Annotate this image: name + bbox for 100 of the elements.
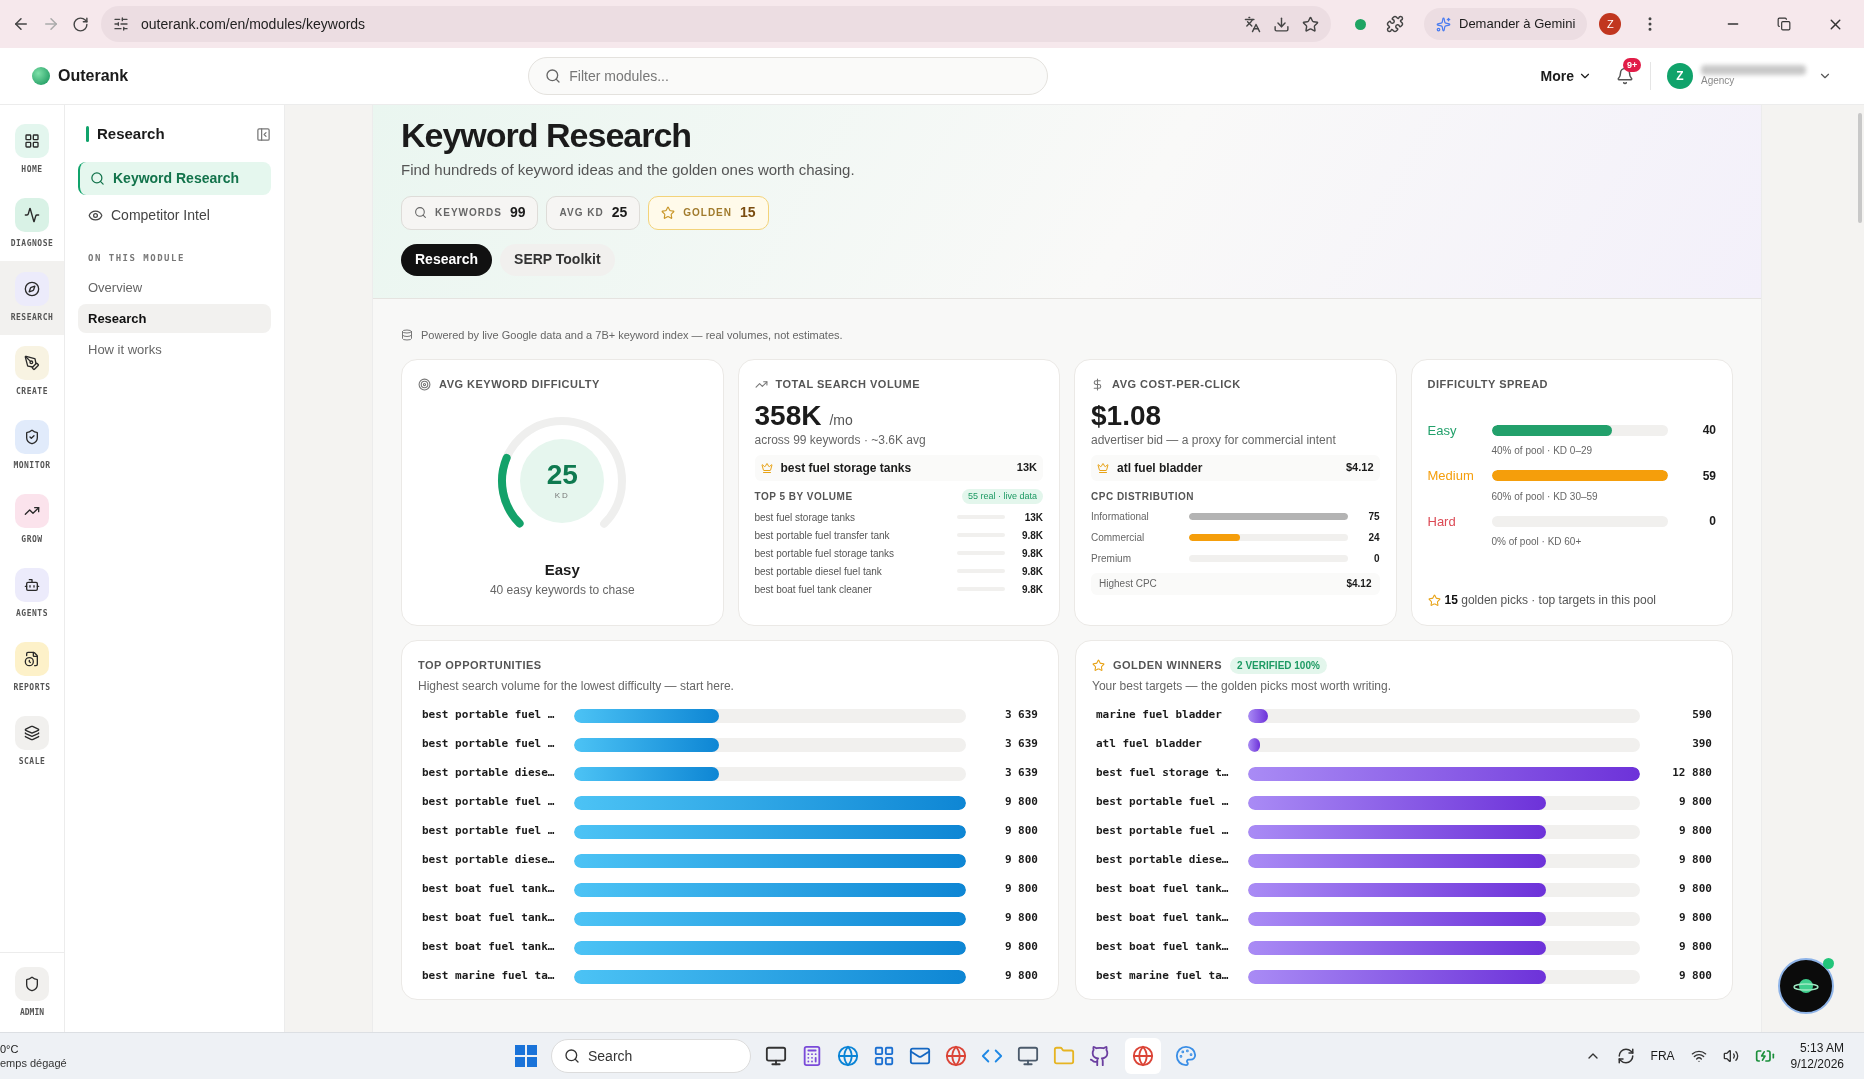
collapse-panel-icon[interactable] xyxy=(256,126,271,142)
keyword-label: marine fuel bladder xyxy=(1096,707,1223,724)
sidebar-anchor[interactable]: How it works xyxy=(78,335,271,364)
mail-icon[interactable] xyxy=(909,1045,931,1067)
page-tab[interactable]: Research xyxy=(401,243,493,276)
keyword-volume: 9.8K xyxy=(1020,582,1043,597)
keyword-volume: 390 xyxy=(1691,736,1712,753)
github-icon[interactable] xyxy=(1089,1045,1111,1067)
rail-item[interactable]: AGENTS xyxy=(0,557,64,631)
data-source-note: Powered by live Google data and a 7B+ keyword index — real volumes, not estimates. xyxy=(421,327,843,343)
bookmark-star-icon[interactable] xyxy=(1302,15,1319,33)
filter-field[interactable]: Filter modules... xyxy=(528,57,1049,95)
rail-item[interactable]: MONITOR xyxy=(0,409,64,483)
rail-label: AGENTS xyxy=(16,608,48,620)
back-icon[interactable] xyxy=(12,15,30,33)
rail-label: CREATE xyxy=(16,386,48,398)
install-icon[interactable] xyxy=(1273,15,1290,33)
sidebar-module-item[interactable]: Competitor Intel xyxy=(78,198,271,232)
difficulty-count: 0 xyxy=(1708,513,1716,531)
browser-icon[interactable] xyxy=(837,1045,859,1067)
keyword-volume: 9.8K xyxy=(1020,546,1043,561)
filter-input[interactable]: Filter modules... xyxy=(569,65,1032,87)
cpc-band-label: Informational xyxy=(1091,509,1150,524)
keyword-label: best portable diese… xyxy=(422,765,556,782)
active-browser-icon[interactable] xyxy=(1125,1038,1161,1074)
site-settings-icon[interactable] xyxy=(113,16,129,32)
sidebar-anchor[interactable]: Overview xyxy=(78,273,271,302)
highest-cpc-label: Highest CPC xyxy=(1099,577,1158,591)
cpc-band-count: 0 xyxy=(1372,551,1380,566)
keyword-volume: 9 800 xyxy=(1003,852,1038,869)
cpc-value: $1.08 xyxy=(1091,400,1163,431)
browser-icon[interactable] xyxy=(945,1045,967,1067)
windows-logo-icon[interactable] xyxy=(515,1045,537,1067)
live-data-badge: 55 real · live data xyxy=(961,488,1043,504)
assistant-launcher[interactable] xyxy=(1778,958,1834,1014)
reload-icon[interactable] xyxy=(72,15,89,33)
rail-item[interactable]: RESEARCH xyxy=(0,261,64,335)
card-title: TOTAL SEARCH VOLUME xyxy=(775,377,921,392)
paint-icon[interactable] xyxy=(1175,1045,1197,1067)
keyword-label: best portable fuel … xyxy=(422,794,556,811)
keyword-volume: 9 800 xyxy=(1677,881,1712,898)
language-indicator[interactable]: FRA xyxy=(1650,1047,1675,1065)
extensions-icon[interactable] xyxy=(1386,15,1404,33)
translate-icon[interactable] xyxy=(1244,15,1261,33)
bell-icon[interactable] xyxy=(1616,67,1634,85)
rail-label: HOME xyxy=(21,164,43,176)
address-bar[interactable]: outerank.com/en/modules/keywords xyxy=(101,6,1331,42)
page-subtitle: Find hundreds of keyword ideas and the golden ones worth chasing. xyxy=(401,160,856,180)
rail-item[interactable]: CREATE xyxy=(0,335,64,409)
difficulty-band-caption: 60% of pool · KD 30–59 xyxy=(1491,489,1599,504)
keyword-label: best portable diesel fuel tank xyxy=(754,564,883,579)
stat-label: GOLDEN xyxy=(683,206,732,220)
sidebar-module-item[interactable]: Keyword Research xyxy=(78,161,271,195)
more-menu[interactable]: More xyxy=(1540,65,1592,87)
keyword-label: best portable diese… xyxy=(1096,852,1230,869)
difficulty-count: 40 xyxy=(1701,422,1716,440)
crown-icon xyxy=(1097,461,1109,474)
card-subtitle: Your best targets — the golden picks most worth writing. xyxy=(1092,678,1393,695)
store-icon[interactable] xyxy=(873,1045,895,1067)
rail-item[interactable]: HOME xyxy=(0,113,64,187)
rail-item[interactable]: REPORTS xyxy=(0,631,64,705)
card-title: TOP OPPORTUNITIES xyxy=(418,657,542,673)
eye-icon xyxy=(88,207,103,223)
keyword-label: best boat fuel tank… xyxy=(422,910,556,927)
keyword-volume: 12 880 xyxy=(1671,765,1712,782)
wifi-icon[interactable] xyxy=(1690,1048,1707,1064)
keyword-volume: 9 800 xyxy=(1677,794,1712,811)
keyword-volume: 3 639 xyxy=(1003,765,1038,782)
taskbar-search[interactable]: Search xyxy=(551,1039,751,1073)
rail-label: SCALE xyxy=(18,756,46,768)
shield-icon[interactable] xyxy=(15,966,49,1001)
keyword-volume: 9 800 xyxy=(1003,794,1038,811)
keyword-volume: 590 xyxy=(1691,707,1712,724)
card-title: AVG COST-PER-CLICK xyxy=(1112,377,1241,392)
restore-icon[interactable] xyxy=(1777,17,1791,31)
desktop-icon[interactable] xyxy=(765,1045,787,1067)
sidebar-anchor[interactable]: Research xyxy=(78,304,271,333)
cpc-band-count: 75 xyxy=(1367,509,1380,524)
rail-item[interactable]: DIAGNOSE xyxy=(0,187,64,261)
rail-item[interactable]: GROW xyxy=(0,483,64,557)
volume-icon[interactable] xyxy=(1722,1048,1739,1064)
difficulty-label: Easy xyxy=(1427,421,1458,440)
keyword-volume: 9 800 xyxy=(1677,968,1712,985)
keyword-label: best portable fuel … xyxy=(422,707,556,724)
cpc-band-label: Premium xyxy=(1091,551,1132,566)
page-tab[interactable]: SERP Toolkit xyxy=(500,243,615,276)
keyword-volume: 9 800 xyxy=(1003,910,1038,927)
terminal-icon[interactable] xyxy=(1017,1045,1039,1067)
cpc-band-label: Commercial xyxy=(1091,530,1146,545)
calculator-icon[interactable] xyxy=(801,1045,823,1067)
keyword-label: best boat fuel tank… xyxy=(422,881,556,898)
gemini-button[interactable]: Demander à Gemini xyxy=(1424,8,1588,40)
sync-icon[interactable] xyxy=(1616,1047,1635,1065)
top-keyword-cpc: $4.12 xyxy=(1345,460,1374,476)
rail-label: ADMIN xyxy=(19,1006,45,1019)
profile-avatar[interactable]: Z xyxy=(1599,13,1622,35)
card-title: AVG KEYWORD DIFFICULTY xyxy=(439,377,600,392)
crown-icon xyxy=(760,461,773,474)
sidebar-title: Research xyxy=(97,124,165,144)
rail-item[interactable]: SCALE xyxy=(0,705,64,779)
